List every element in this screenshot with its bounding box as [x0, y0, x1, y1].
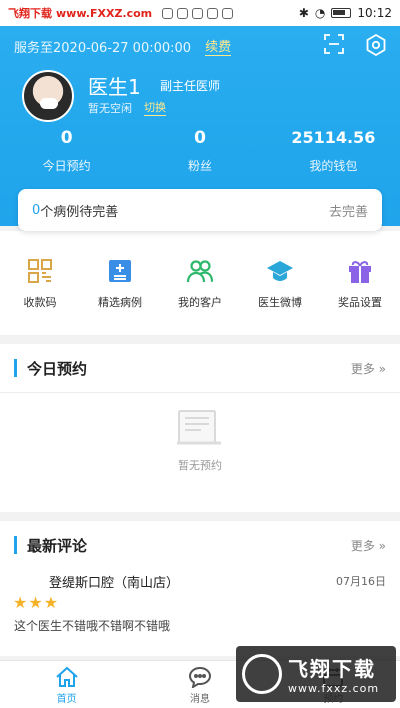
menu-item-prize-settings[interactable]: 奖品设置 [320, 257, 400, 335]
nav-label: 消息 [189, 694, 210, 705]
empty-appointments-text: 暂无预约 [178, 459, 222, 472]
availability-status: 暂无空闲 [88, 102, 132, 115]
status-time: 10:12 [357, 6, 392, 20]
stat-value: 0 [60, 128, 73, 148]
notification-icon [222, 7, 234, 19]
pending-count: 0 [32, 202, 41, 218]
notification-icon [207, 7, 219, 19]
section-accent-bar [14, 359, 17, 377]
more-reviews-link[interactable]: 更多 » [351, 537, 386, 554]
stat-label: 我的钱包 [309, 159, 358, 173]
review-date: 07月16日 [336, 575, 386, 588]
case-icon [109, 260, 131, 282]
doctor-name: 医生1 [88, 75, 141, 99]
wifi-icon: ◔ [314, 6, 326, 20]
message-icon [188, 666, 211, 688]
stat-today-appointments[interactable]: 0 今日预约 [0, 128, 133, 174]
more-label: 更多 [350, 538, 375, 553]
bluetooth-icon: ✱ [298, 6, 309, 20]
menu-label: 我的客户 [178, 296, 222, 309]
service-row: 服务至2020-06-27 00:00:00 续费 [14, 36, 232, 56]
notification-icon [162, 7, 174, 19]
section-accent-bar [14, 536, 17, 554]
menu-item-my-clients[interactable]: 我的客户 [160, 257, 240, 335]
today-appointments-section: 今日预约 更多 » 暂无预约 [0, 344, 400, 512]
stat-fans[interactable]: 0 粉丝 [133, 128, 266, 174]
nav-home[interactable]: 首页 [0, 661, 133, 708]
stats-row: 0 今日预约 0 粉丝 25114.56 我的钱包 [0, 128, 400, 174]
gift-icon [349, 261, 371, 283]
settings-icon[interactable] [365, 34, 387, 56]
watermark-logo-icon [242, 654, 282, 694]
complete-cases-link[interactable]: 去完善 [329, 201, 368, 220]
people-icon [186, 260, 214, 283]
menu-item-featured-cases[interactable]: 精选病例 [80, 257, 160, 335]
menu-label: 医生微博 [258, 296, 302, 309]
pending-text: 个病例待完善 [40, 204, 119, 220]
home-icon [55, 666, 78, 687]
section-header: 今日预约 更多 » [0, 344, 400, 392]
status-bar: 飞翔下载 www.FXXZ.com ✱ ◔ 10:12 [0, 0, 400, 26]
stat-label: 粉丝 [187, 159, 212, 173]
more-label: 更多 [350, 361, 375, 376]
status-right: ✱ ◔ 10:12 [299, 6, 392, 20]
graduation-cap-icon [267, 261, 293, 281]
battery-icon [331, 8, 352, 18]
notification-icon [177, 7, 189, 19]
latest-reviews-section: 最新评论 更多 » 登缇斯口腔（南山店） 07月16日 ★★★ 这个医生不错哦不… [0, 521, 400, 656]
menu-label: 奖品设置 [338, 296, 382, 309]
stat-wallet[interactable]: 25114.56 我的钱包 [267, 128, 400, 174]
service-expiry: 服务至2020-06-27 00:00:00 [14, 40, 192, 56]
review-star-rating: ★★★ [13, 593, 60, 612]
review-text: 这个医生不错哦不错啊不错哦 [14, 619, 171, 633]
status-watermark: 飞翔下载 www.FXXZ.com [8, 5, 152, 21]
watermark-cn: 飞翔下载 [288, 657, 376, 681]
status-watermark-url: www.FXXZ.com [56, 7, 153, 20]
scan-icon[interactable] [324, 34, 344, 54]
empty-list-icon [177, 410, 221, 445]
switch-status-link[interactable]: 切换 [144, 99, 166, 116]
nav-label: 首页 [56, 694, 77, 705]
section-title: 今日预约 [27, 359, 88, 378]
site-watermark: 飞翔下载 www.fxxz.com [236, 646, 396, 702]
watermark-url: www.fxxz.com [288, 682, 380, 695]
status-watermark-label: 飞翔下载 [8, 7, 52, 20]
doctor-title: 副主任医师 [160, 79, 221, 93]
section-header: 最新评论 更多 » [0, 521, 400, 569]
avatar[interactable] [22, 70, 74, 122]
menu-item-payment-code[interactable]: 收款码 [0, 257, 80, 335]
stat-label: 今日预约 [42, 159, 91, 173]
double-chevron-right-icon: » [378, 538, 386, 553]
watermark-text: 飞翔下载 www.fxxz.com [288, 653, 379, 695]
qrcode-icon [28, 259, 52, 283]
more-appointments-link[interactable]: 更多 » [351, 360, 386, 377]
stat-value: 25114.56 [291, 128, 376, 147]
notification-icon [192, 7, 204, 19]
notification-icons [162, 7, 234, 19]
shortcut-menu: 收款码 精选病例 我的客户 医生微博 奖品设置 [0, 231, 400, 335]
divider [0, 392, 400, 393]
pending-cases-card[interactable]: 0 个病例待完善 去完善 [18, 189, 382, 231]
stat-value: 0 [194, 128, 206, 148]
menu-item-doctor-weibo[interactable]: 医生微博 [240, 257, 320, 335]
section-title: 最新评论 [27, 536, 88, 555]
menu-label: 精选病例 [98, 296, 142, 309]
renew-link[interactable]: 续费 [205, 36, 232, 56]
review-shop-name: 登缇斯口腔（南山店） [49, 576, 180, 591]
menu-label: 收款码 [23, 296, 57, 309]
double-chevron-right-icon: » [378, 361, 386, 376]
